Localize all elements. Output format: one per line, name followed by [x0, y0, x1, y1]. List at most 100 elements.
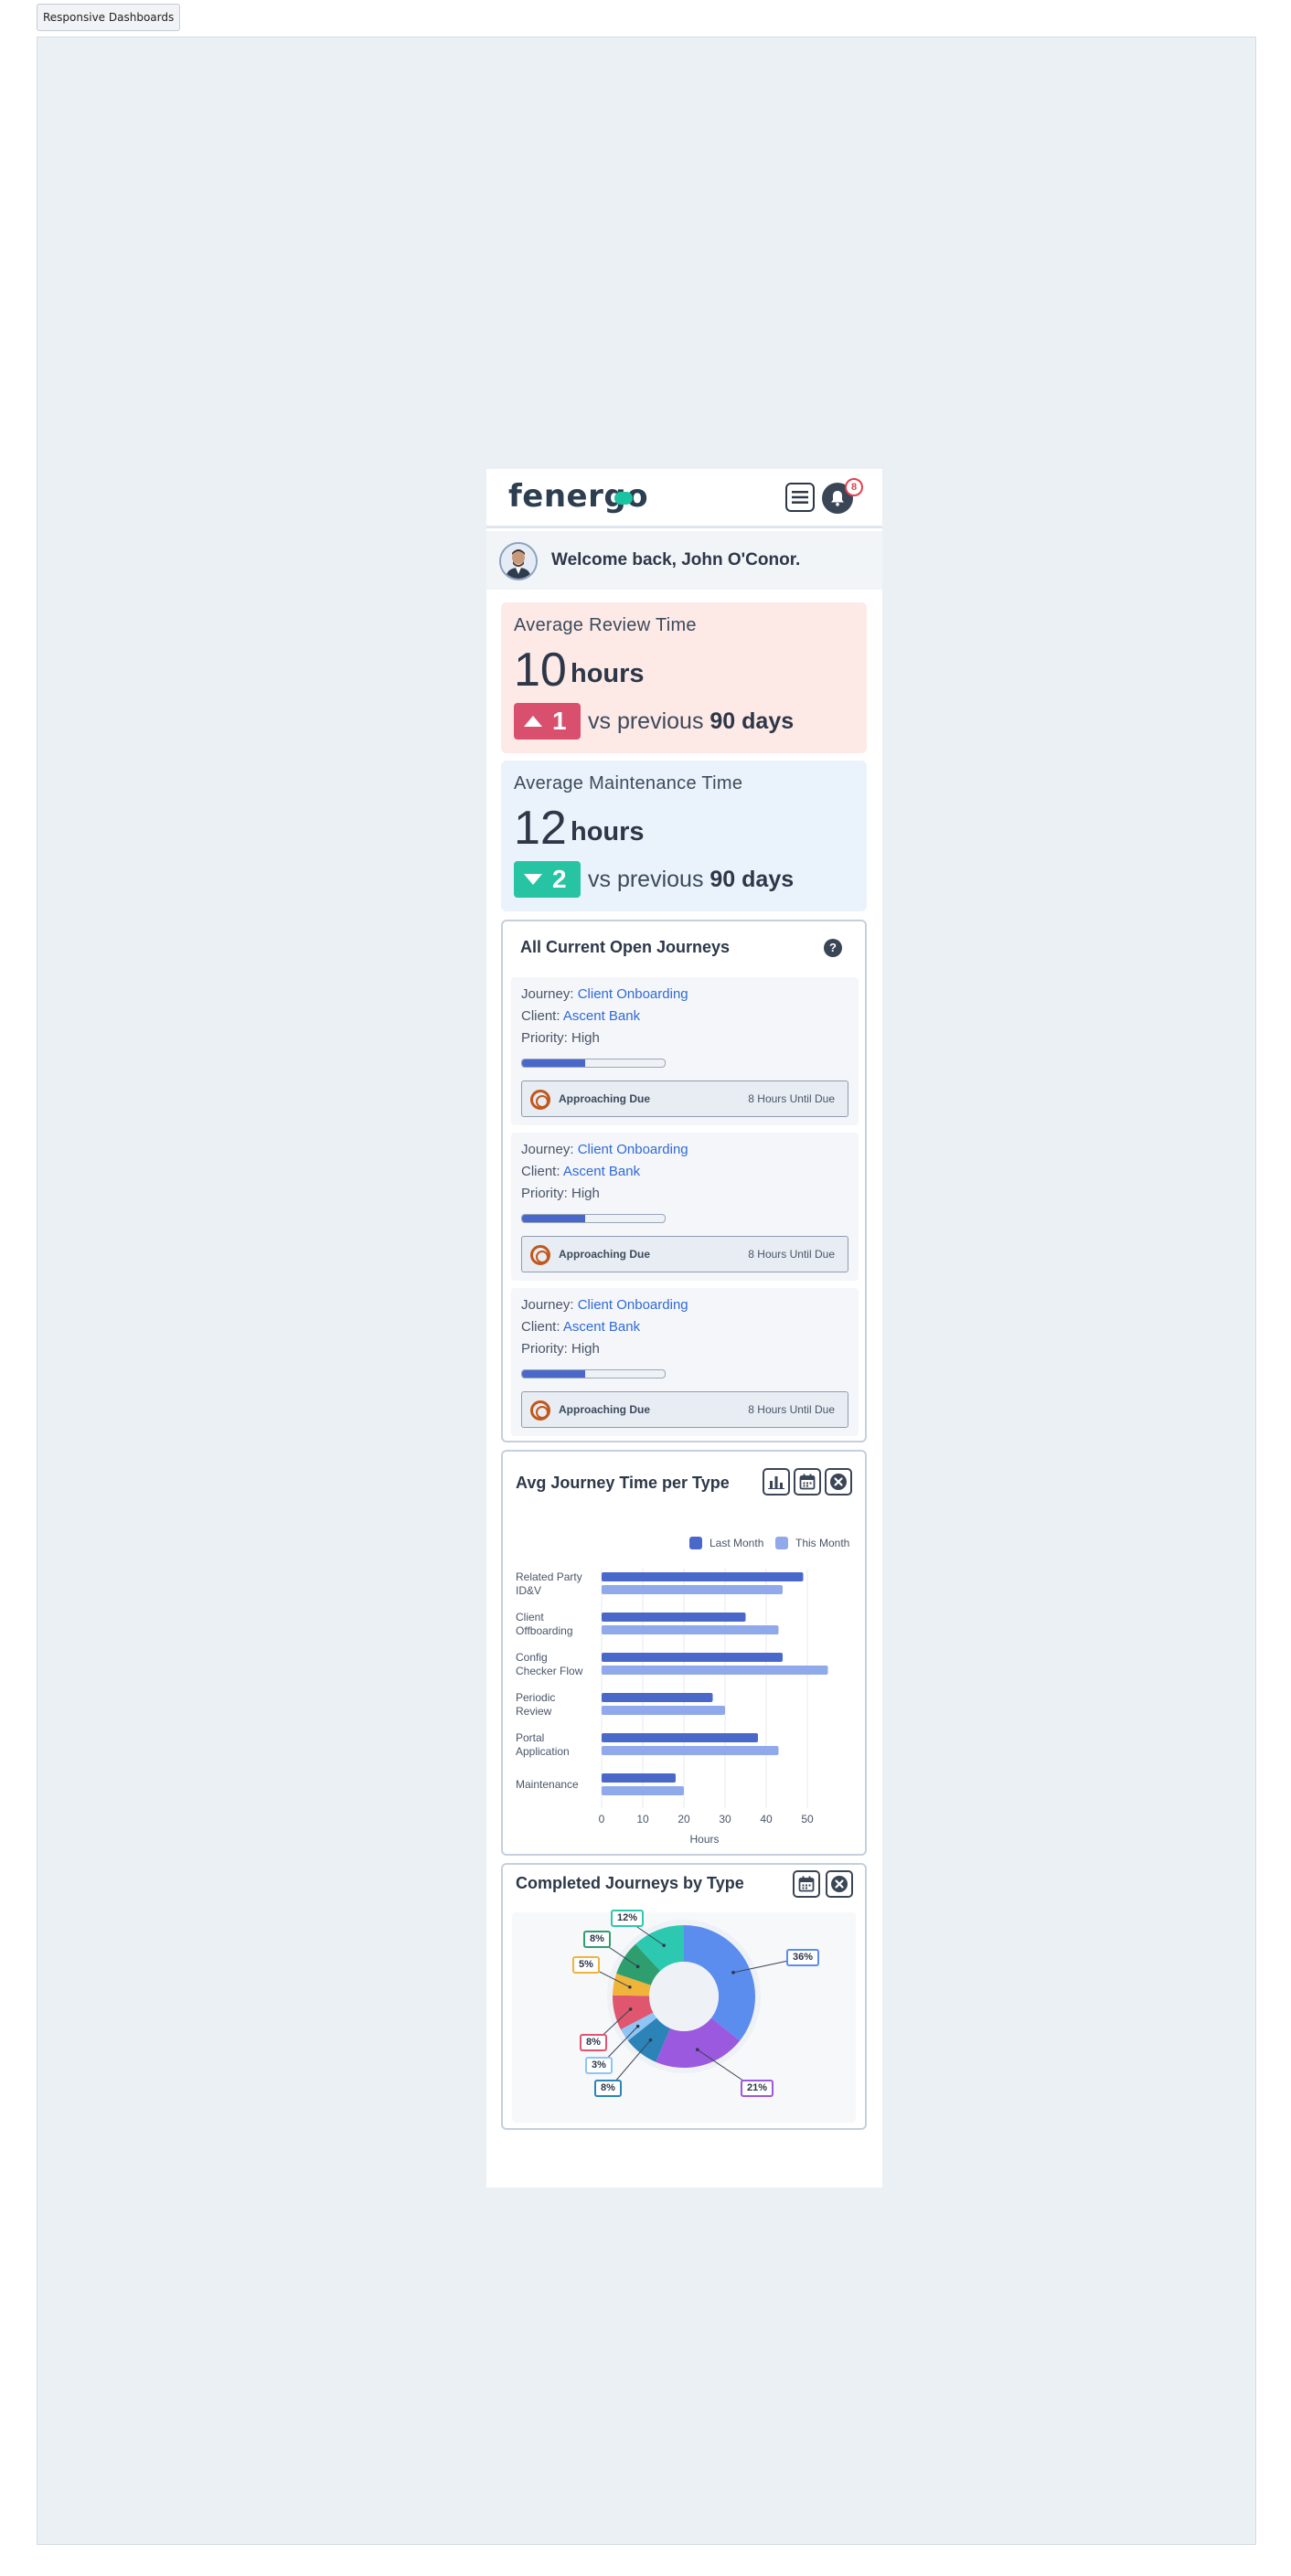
- category-label: ID&V: [516, 1584, 541, 1597]
- category-label: Client: [516, 1611, 544, 1623]
- kpi-value: 12: [514, 802, 567, 855]
- due-time-remaining: 8 Hours Until Due: [748, 1403, 835, 1416]
- journey-progress-bar: [521, 1059, 666, 1068]
- client-link[interactable]: Ascent Bank: [563, 1008, 640, 1024]
- journey-label: Journey:: [521, 1142, 574, 1157]
- bar: [602, 1786, 684, 1795]
- notification-count-badge: 8: [845, 478, 863, 496]
- menu-button[interactable]: [785, 483, 815, 512]
- target-icon: [530, 1090, 550, 1110]
- close-panel-button[interactable]: [825, 1468, 852, 1496]
- hamburger-icon: [792, 491, 808, 504]
- kpi-compare-prefix: vs previous: [588, 867, 704, 892]
- bar-chart-icon: [768, 1476, 784, 1489]
- journey-type-link[interactable]: Client Onboarding: [578, 1297, 688, 1313]
- avatar[interactable]: [499, 542, 538, 580]
- client-link[interactable]: Ascent Bank: [563, 1164, 640, 1179]
- journey-progress-fill: [522, 1370, 585, 1378]
- story-tab[interactable]: Responsive Dashboards: [37, 4, 181, 31]
- target-icon: [530, 1245, 550, 1265]
- bar: [602, 1572, 804, 1581]
- category-label: Checker Flow: [516, 1665, 583, 1677]
- top-bar: fenergo 8: [486, 469, 882, 528]
- bell-icon: [831, 491, 844, 506]
- journey-progress-bar: [521, 1214, 666, 1223]
- journey-card[interactable]: Journey: Client Onboarding Client: Ascent…: [511, 977, 859, 1125]
- callout-anchor-dot: [635, 1964, 640, 1969]
- client-label: Client:: [521, 1164, 560, 1179]
- kpi-compare-prefix: vs previous: [588, 708, 704, 734]
- logo-accent: [614, 492, 633, 505]
- callout-anchor-dot: [648, 2038, 653, 2042]
- client-label: Client:: [521, 1319, 560, 1335]
- due-time-remaining: 8 Hours Until Due: [748, 1248, 835, 1261]
- kpi-comparison: vs previous 90 days: [588, 708, 794, 735]
- journey-progress-bar: [521, 1369, 666, 1378]
- legend-label: This Month: [795, 1537, 849, 1549]
- bar: [602, 1773, 676, 1783]
- due-status-label: Approaching Due: [559, 1092, 651, 1105]
- journey-type-link[interactable]: Client Onboarding: [578, 1142, 688, 1157]
- bar: [602, 1693, 713, 1702]
- panel-title: Avg Journey Time per Type: [516, 1474, 730, 1492]
- slice-percent-label: 36%: [786, 1949, 820, 1966]
- legend-swatch: [775, 1537, 788, 1549]
- kpi-card-review-time: Average Review Time 10 hours 1 vs previo…: [501, 602, 867, 753]
- date-range-button[interactable]: [793, 1870, 820, 1898]
- legend-label: Last Month: [710, 1537, 763, 1549]
- category-label: Portal: [516, 1731, 544, 1744]
- callout-anchor-dot: [628, 2007, 633, 2011]
- category-label: Related Party: [516, 1570, 582, 1583]
- close-circle-icon: [831, 1876, 848, 1892]
- journey-card[interactable]: Journey: Client Onboarding Client: Ascent…: [511, 1133, 859, 1281]
- callout-anchor-dot: [635, 2024, 640, 2028]
- slice-percent-label: 3%: [585, 2057, 613, 2074]
- journey-progress-fill: [522, 1215, 585, 1222]
- category-label: Offboarding: [516, 1624, 573, 1637]
- callout-anchor-dot: [662, 1943, 666, 1947]
- client-link[interactable]: Ascent Bank: [563, 1319, 640, 1335]
- x-tick-label: 10: [636, 1813, 649, 1826]
- bar: [602, 1653, 783, 1662]
- completed-journeys-panel: Completed Journeys by Type 36% 21% 8% 3% 8% 5…: [501, 1863, 867, 2130]
- client-row: Client: Ascent Bank: [521, 1319, 640, 1335]
- journey-card[interactable]: Journey: Client Onboarding Client: Ascent…: [511, 1288, 859, 1436]
- user-photo-icon: [501, 544, 536, 579]
- journey-row: Journey: Client Onboarding: [521, 1297, 688, 1313]
- kpi-delta-value: 1: [552, 707, 567, 735]
- arrow-up-icon: [524, 716, 542, 727]
- slice-percent-label: 5%: [572, 1956, 600, 1974]
- chart-type-button[interactable]: [763, 1468, 790, 1496]
- welcome-message: Welcome back, John O'Conor.: [551, 550, 801, 569]
- slice-percent-label: 21%: [741, 2080, 774, 2097]
- due-status-box: Approaching Due 8 Hours Until Due: [521, 1080, 848, 1117]
- x-tick-label: 50: [801, 1813, 814, 1826]
- open-journeys-panel: All Current Open Journeys ? Journey: Cli…: [501, 920, 867, 1442]
- due-status-label: Approaching Due: [559, 1248, 651, 1261]
- due-status-box: Approaching Due 8 Hours Until Due: [521, 1236, 848, 1272]
- callout-anchor-dot: [628, 1985, 632, 1989]
- kpi-value: 10: [514, 644, 567, 697]
- due-status-label: Approaching Due: [559, 1403, 651, 1416]
- close-circle-icon: [830, 1474, 847, 1490]
- category-label: Maintenance: [516, 1778, 579, 1791]
- journey-type-link[interactable]: Client Onboarding: [578, 986, 688, 1002]
- help-icon[interactable]: ?: [824, 939, 842, 957]
- bar: [602, 1613, 746, 1622]
- date-range-button[interactable]: [794, 1468, 821, 1496]
- x-tick-label: 0: [599, 1813, 605, 1826]
- priority-row: Priority: High: [521, 1030, 600, 1046]
- due-time-remaining: 8 Hours Until Due: [748, 1092, 835, 1105]
- slice-percent-label: 8%: [580, 2034, 607, 2051]
- legend-swatch: [689, 1537, 702, 1549]
- journey-label: Journey:: [521, 1297, 574, 1313]
- calendar-icon: [798, 1876, 815, 1892]
- kpi-title: Average Review Time: [514, 615, 697, 635]
- target-icon: [530, 1400, 550, 1421]
- kpi-unit: hours: [571, 817, 645, 846]
- journey-row: Journey: Client Onboarding: [521, 1142, 688, 1157]
- bar: [602, 1625, 779, 1634]
- close-panel-button[interactable]: [826, 1870, 853, 1898]
- panel-title: All Current Open Journeys: [520, 938, 731, 956]
- bar: [602, 1666, 828, 1675]
